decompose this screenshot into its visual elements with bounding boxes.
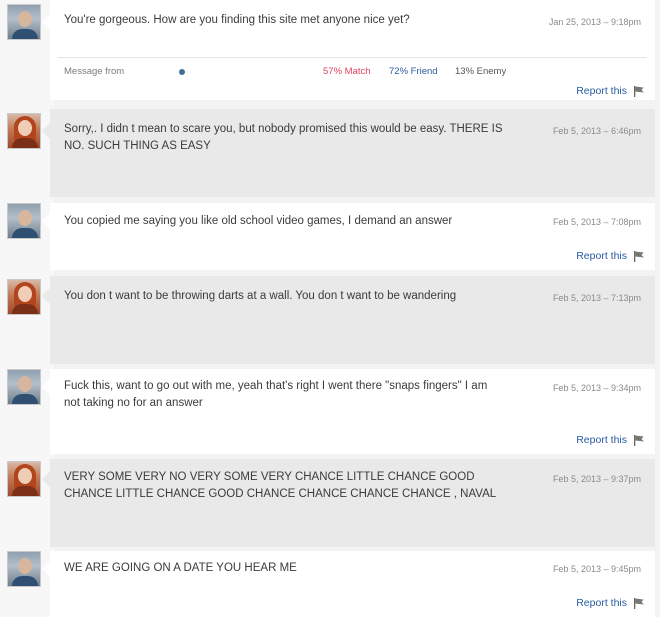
avatar-male[interactable] xyxy=(7,369,41,405)
message-4: You don t want to be throwing darts at a… xyxy=(0,276,660,364)
message-text: You copied me saying you like old school… xyxy=(64,215,453,227)
friend-percent: 72% Friend xyxy=(389,66,438,77)
message-bubble: WE ARE GOING ON A DATE YOU HEAR ME Feb 5… xyxy=(50,551,655,617)
flag-icon xyxy=(634,251,644,262)
message-7: WE ARE GOING ON A DATE YOU HEAR ME Feb 5… xyxy=(0,551,660,617)
message-timestamp: Feb 5, 2013 – 7:08pm xyxy=(552,217,641,227)
message-timestamp: Feb 5, 2013 – 6:46pm xyxy=(552,126,641,136)
report-this-link[interactable]: Report this xyxy=(576,597,645,609)
message-text: Sorry,. I didn t mean to scare you, but … xyxy=(64,123,503,152)
match-meta: Message from 57% Match 72% Friend 13% En… xyxy=(64,66,645,80)
enemy-percent: 13% Enemy xyxy=(455,66,507,77)
message-2: Sorry,. I didn t mean to scare you, but … xyxy=(0,109,660,197)
message-6: VERY SOME VERY NO VERY SOME VERY CHANCE … xyxy=(0,459,660,547)
message-bubble: VERY SOME VERY NO VERY SOME VERY CHANCE … xyxy=(50,459,655,547)
avatar-female[interactable] xyxy=(7,279,41,315)
report-label: Report this xyxy=(576,434,627,446)
message-text: WE ARE GOING ON A DATE YOU HEAR ME xyxy=(64,562,297,574)
message-3: You copied me saying you like old school… xyxy=(0,203,660,270)
report-label: Report this xyxy=(576,85,627,97)
report-label: Report this xyxy=(576,597,627,609)
divider xyxy=(58,57,647,58)
report-this-link[interactable]: Report this xyxy=(576,434,645,446)
message-bubble: You're gorgeous. How are you finding thi… xyxy=(50,0,655,100)
online-dot-icon xyxy=(179,69,185,75)
message-1: You're gorgeous. How are you finding thi… xyxy=(0,0,660,100)
message-from-label: Message from xyxy=(64,66,125,77)
flag-icon xyxy=(634,435,644,446)
avatar-female[interactable] xyxy=(7,113,41,149)
message-timestamp: Feb 5, 2013 – 7:13pm xyxy=(552,293,641,303)
message-bubble: Sorry,. I didn t mean to scare you, but … xyxy=(50,109,655,197)
avatar-male[interactable] xyxy=(7,203,41,239)
match-percent: 57% Match xyxy=(323,66,371,77)
message-timestamp: Jan 25, 2013 – 9:18pm xyxy=(548,17,641,27)
report-this-link[interactable]: Report this xyxy=(576,85,645,97)
message-5: Fuck this, want to go out with me, yeah … xyxy=(0,369,660,454)
report-this-link[interactable]: Report this xyxy=(576,250,645,262)
report-label: Report this xyxy=(576,250,627,262)
flag-icon xyxy=(634,86,644,97)
message-text: You're gorgeous. How are you finding thi… xyxy=(64,14,410,26)
message-text: You don t want to be throwing darts at a… xyxy=(64,290,457,302)
flag-icon xyxy=(634,598,644,609)
message-bubble: You don t want to be throwing darts at a… xyxy=(50,276,655,364)
avatar-female[interactable] xyxy=(7,461,41,497)
message-timestamp: Feb 5, 2013 – 9:37pm xyxy=(552,474,641,484)
message-bubble: Fuck this, want to go out with me, yeah … xyxy=(50,369,655,454)
message-timestamp: Feb 5, 2013 – 9:45pm xyxy=(552,564,641,574)
message-bubble: You copied me saying you like old school… xyxy=(50,203,655,270)
message-timestamp: Feb 5, 2013 – 9:34pm xyxy=(552,383,641,393)
avatar-male[interactable] xyxy=(7,4,41,40)
avatar-male[interactable] xyxy=(7,551,41,587)
message-text: Fuck this, want to go out with me, yeah … xyxy=(64,380,488,409)
message-text: VERY SOME VERY NO VERY SOME VERY CHANCE … xyxy=(64,471,497,500)
